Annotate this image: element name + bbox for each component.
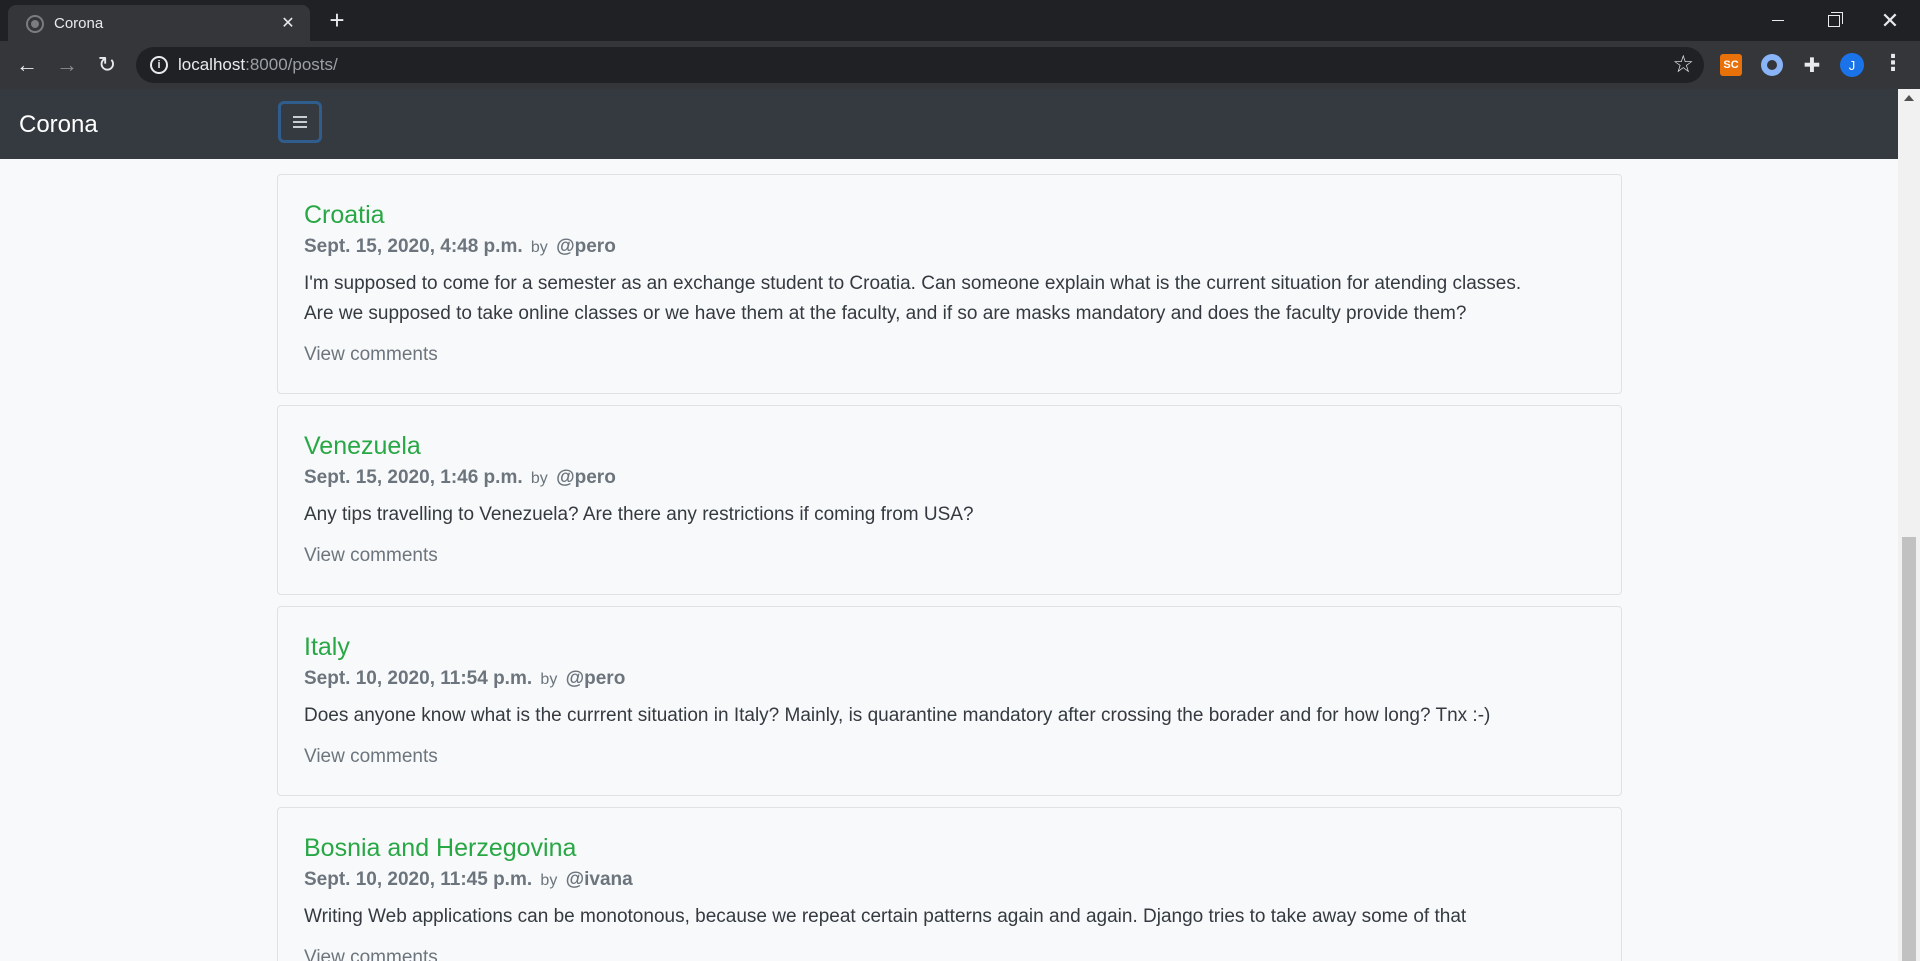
post-by-label: by — [540, 671, 558, 688]
post-author[interactable]: @ivana — [566, 869, 633, 890]
page-scrollbar[interactable] — [1898, 89, 1920, 961]
restore-button[interactable] — [1806, 0, 1862, 41]
post-date: Sept. 10, 2020, 11:45 p.m. — [304, 869, 533, 890]
post-by-label: by — [540, 872, 558, 889]
address-bar[interactable]: i localhost:8000/posts/ ☆ — [136, 47, 1704, 83]
post-list: Croatia Sept. 15, 2020, 4:48 p.m. by @pe… — [277, 174, 1622, 961]
post-date: Sept. 15, 2020, 4:48 p.m. — [304, 236, 523, 257]
arrow-right-icon[interactable]: → — [50, 48, 84, 82]
window-close-button[interactable]: ✕ — [1862, 0, 1918, 41]
avatar[interactable]: J — [1840, 53, 1864, 77]
scrollbar-thumb[interactable] — [1902, 537, 1916, 961]
post-title[interactable]: Croatia — [304, 199, 1595, 231]
site-navbar: Corona — [0, 89, 1898, 159]
star-icon[interactable]: ☆ — [1672, 50, 1694, 79]
post-card: Venezuela Sept. 15, 2020, 1:46 p.m. by @… — [277, 405, 1622, 595]
post-by-label: by — [530, 239, 548, 256]
plus-icon[interactable]: + — [324, 7, 350, 33]
post-meta: Sept. 10, 2020, 11:54 p.m. by @pero — [304, 666, 1595, 693]
post-date: Sept. 15, 2020, 1:46 p.m. — [304, 467, 523, 488]
post-body-line: Does anyone know what is the currrent si… — [304, 705, 1491, 726]
post-card: Italy Sept. 10, 2020, 11:54 p.m. by @per… — [277, 606, 1622, 796]
view-comments-link[interactable]: View comments — [304, 543, 438, 594]
post-title[interactable]: Bosnia and Herzegovina — [304, 832, 1595, 864]
hamburger-icon — [293, 116, 307, 128]
post-title[interactable]: Italy — [304, 631, 1595, 663]
close-icon[interactable]: ✕ — [278, 13, 298, 33]
post-body: Any tips travelling to Venezuela? Are th… — [304, 500, 1595, 530]
sc-extension-icon[interactable]: SC — [1720, 54, 1742, 76]
more-vertical-icon[interactable]: ⋮ — [1882, 52, 1904, 74]
post-meta: Sept. 15, 2020, 1:46 p.m. by @pero — [304, 465, 1595, 492]
browser-toolbar: ← → ↻ i localhost:8000/posts/ ☆ SC ✚ J ⋮ — [0, 41, 1920, 89]
post-author[interactable]: @pero — [566, 668, 626, 689]
post-by-label: by — [530, 470, 548, 487]
browser-tab[interactable]: Corona ✕ — [8, 5, 310, 41]
view-comments-link[interactable]: View comments — [304, 945, 438, 961]
post-body-line: Writing Web applications can be monotono… — [304, 906, 1467, 927]
post-author[interactable]: @pero — [556, 236, 616, 257]
post-title[interactable]: Venezuela — [304, 430, 1595, 462]
post-author[interactable]: @pero — [556, 467, 616, 488]
post-meta: Sept. 15, 2020, 4:48 p.m. by @pero — [304, 234, 1595, 261]
post-date: Sept. 10, 2020, 11:54 p.m. — [304, 668, 533, 689]
post-body-line: I'm supposed to come for a semester as a… — [304, 273, 1522, 294]
tab-title: Corona — [54, 15, 104, 32]
post-card: Croatia Sept. 15, 2020, 4:48 p.m. by @pe… — [277, 174, 1622, 394]
scroll-up-arrow-icon[interactable] — [1904, 95, 1914, 101]
post-card: Bosnia and Herzegovina Sept. 10, 2020, 1… — [277, 807, 1622, 961]
post-body: Writing Web applications can be monotono… — [304, 902, 1595, 932]
post-meta: Sept. 10, 2020, 11:45 p.m. by @ivana — [304, 867, 1595, 894]
post-body-line: Any tips travelling to Venezuela? Are th… — [304, 504, 974, 525]
navbar-toggle-button[interactable] — [278, 101, 322, 143]
browser-tab-strip: Corona ✕ + ✕ — [0, 0, 1920, 41]
view-comments-link[interactable]: View comments — [304, 744, 438, 795]
globe-icon — [26, 15, 44, 33]
post-body-line: Are we supposed to take online classes o… — [304, 303, 1467, 324]
minimize-button[interactable] — [1750, 0, 1806, 41]
site-brand[interactable]: Corona — [19, 111, 98, 139]
info-icon[interactable]: i — [150, 56, 168, 74]
puzzle-icon[interactable]: ✚ — [1801, 54, 1823, 77]
reload-icon[interactable]: ↻ — [90, 48, 124, 82]
ring-extension-icon[interactable] — [1761, 54, 1783, 76]
view-comments-link[interactable]: View comments — [304, 342, 438, 393]
post-body: I'm supposed to come for a semester as a… — [304, 269, 1595, 329]
arrow-left-icon[interactable]: ← — [10, 48, 44, 82]
url-text[interactable]: localhost:8000/posts/ — [178, 55, 338, 75]
page-viewport: Corona Croatia Sept. 15, 2020, 4:48 p.m.… — [0, 89, 1920, 961]
post-body: Does anyone know what is the currrent si… — [304, 701, 1595, 731]
